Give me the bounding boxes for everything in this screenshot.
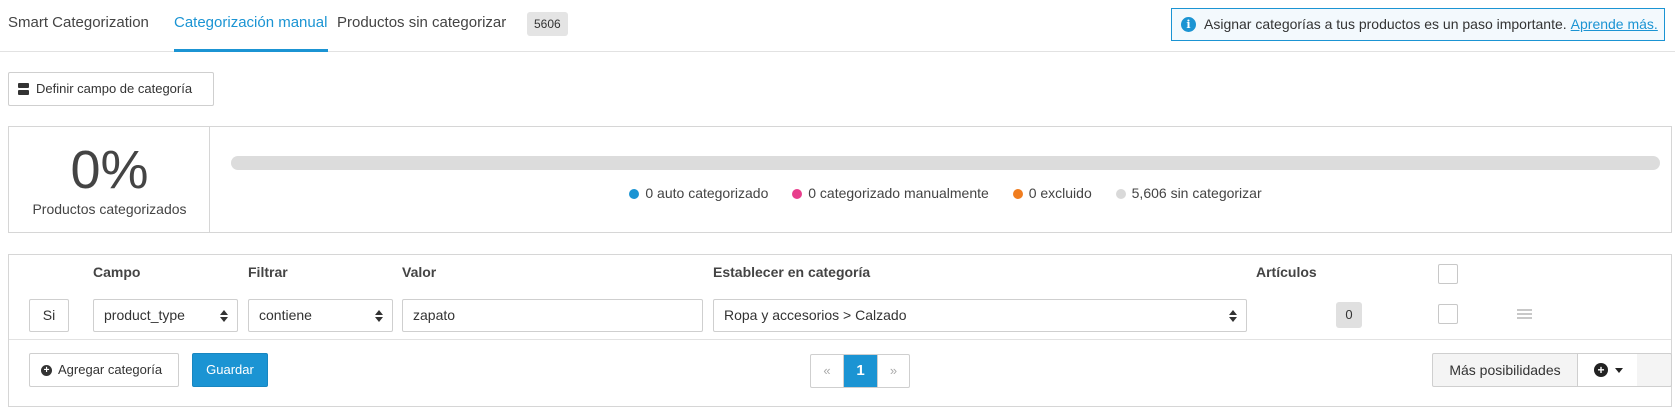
filter-select[interactable]: contiene bbox=[248, 299, 393, 332]
field-select-value: product_type bbox=[104, 307, 185, 323]
row-checkbox[interactable] bbox=[1438, 304, 1458, 324]
caret-down-icon bbox=[1615, 368, 1623, 373]
uncategorized-count-badge: 5606 bbox=[527, 12, 568, 36]
more-options-group: Más posibilidades + bbox=[1432, 353, 1672, 387]
add-category-label: Agregar categoría bbox=[58, 362, 163, 377]
value-input[interactable]: zapato bbox=[402, 299, 703, 332]
learn-more-link[interactable]: Aprende más. bbox=[1571, 16, 1658, 32]
category-select[interactable]: Ropa y accesorios > Calzado bbox=[713, 299, 1247, 332]
drag-handle-icon[interactable] bbox=[1517, 309, 1532, 320]
legend-dot-icon bbox=[1115, 189, 1126, 199]
column-header-field: Campo bbox=[93, 264, 141, 280]
select-arrows-icon bbox=[220, 310, 228, 322]
column-header-value: Valor bbox=[402, 264, 437, 280]
field-select[interactable]: product_type bbox=[93, 299, 238, 332]
define-category-field-label: Definir campo de categoría bbox=[36, 81, 193, 96]
filter-select-value: contiene bbox=[259, 307, 312, 323]
legend-label: 0 categorizado manualmente bbox=[808, 185, 989, 201]
categorized-percent: 0% bbox=[70, 140, 149, 200]
select-arrows-icon bbox=[1229, 310, 1237, 322]
tab-bar: Smart Categorization Categorización manu… bbox=[0, 0, 1675, 52]
add-category-button[interactable]: + Agregar categoría bbox=[29, 353, 179, 387]
legend-dot-icon bbox=[792, 189, 803, 199]
tab-manual-categorization[interactable]: Categorización manual bbox=[174, 14, 327, 31]
save-button[interactable]: Guardar bbox=[192, 353, 268, 387]
category-select-value: Ropa y accesorios > Calzado bbox=[724, 307, 907, 323]
database-icon bbox=[18, 83, 29, 95]
active-tab-indicator bbox=[174, 49, 328, 52]
legend-auto-categorized: 0 auto categorizado bbox=[629, 185, 768, 201]
progress-legend: 0 auto categorizado 0 categorizado manua… bbox=[231, 185, 1660, 201]
info-banner: i Asignar categorías a tus productos es … bbox=[1171, 8, 1665, 41]
legend-label: 0 auto categorizado bbox=[645, 185, 769, 201]
pagination-next[interactable]: » bbox=[877, 355, 909, 387]
tab-smart-categorization[interactable]: Smart Categorization bbox=[8, 14, 149, 31]
pagination: « 1 » bbox=[810, 354, 910, 388]
select-arrows-icon bbox=[375, 310, 383, 322]
plus-circle-icon: + bbox=[1594, 363, 1608, 377]
column-header-category: Establecer en categoría bbox=[713, 264, 871, 280]
pagination-page-current[interactable]: 1 bbox=[843, 355, 877, 387]
column-header-items: Artículos bbox=[1256, 264, 1317, 280]
categorized-percent-label: Productos categorizados bbox=[32, 201, 187, 217]
plus-circle-icon: + bbox=[41, 365, 52, 376]
info-icon: i bbox=[1181, 17, 1196, 32]
value-input-text: zapato bbox=[413, 307, 456, 323]
legend-dot-icon bbox=[629, 189, 640, 199]
legend-uncategorized: 5,606 sin categorizar bbox=[1115, 185, 1262, 201]
items-count-badge: 0 bbox=[1336, 302, 1362, 328]
info-text: Asignar categorías a tus productos es un… bbox=[1204, 16, 1567, 32]
tab-uncategorized-products[interactable]: Productos sin categorizar bbox=[337, 14, 506, 31]
categorized-summary: 0% Productos categorizados bbox=[9, 127, 210, 232]
category-rules-table: Campo Filtrar Valor Establecer en catego… bbox=[8, 254, 1672, 407]
define-category-field-button[interactable]: Definir campo de categoría bbox=[8, 72, 214, 106]
pagination-prev[interactable]: « bbox=[811, 355, 843, 387]
legend-excluded: 0 excluido bbox=[1012, 185, 1092, 201]
legend-dot-icon bbox=[1012, 189, 1023, 199]
row-divider bbox=[9, 339, 1671, 340]
select-all-checkbox[interactable] bbox=[1438, 264, 1458, 284]
legend-label: 5,606 sin categorizar bbox=[1131, 185, 1262, 201]
column-header-filter: Filtrar bbox=[248, 264, 288, 280]
categorization-stats-panel: 0% Productos categorizados 0 auto catego… bbox=[8, 126, 1672, 233]
condition-button[interactable]: Si bbox=[29, 299, 69, 332]
more-options-dropdown[interactable]: + bbox=[1578, 354, 1637, 386]
categorization-progress-bar bbox=[231, 156, 1660, 170]
legend-label: 0 excluido bbox=[1028, 185, 1092, 201]
legend-manually-categorized: 0 categorizado manualmente bbox=[792, 185, 989, 201]
more-options-button[interactable]: Más posibilidades bbox=[1433, 354, 1578, 386]
